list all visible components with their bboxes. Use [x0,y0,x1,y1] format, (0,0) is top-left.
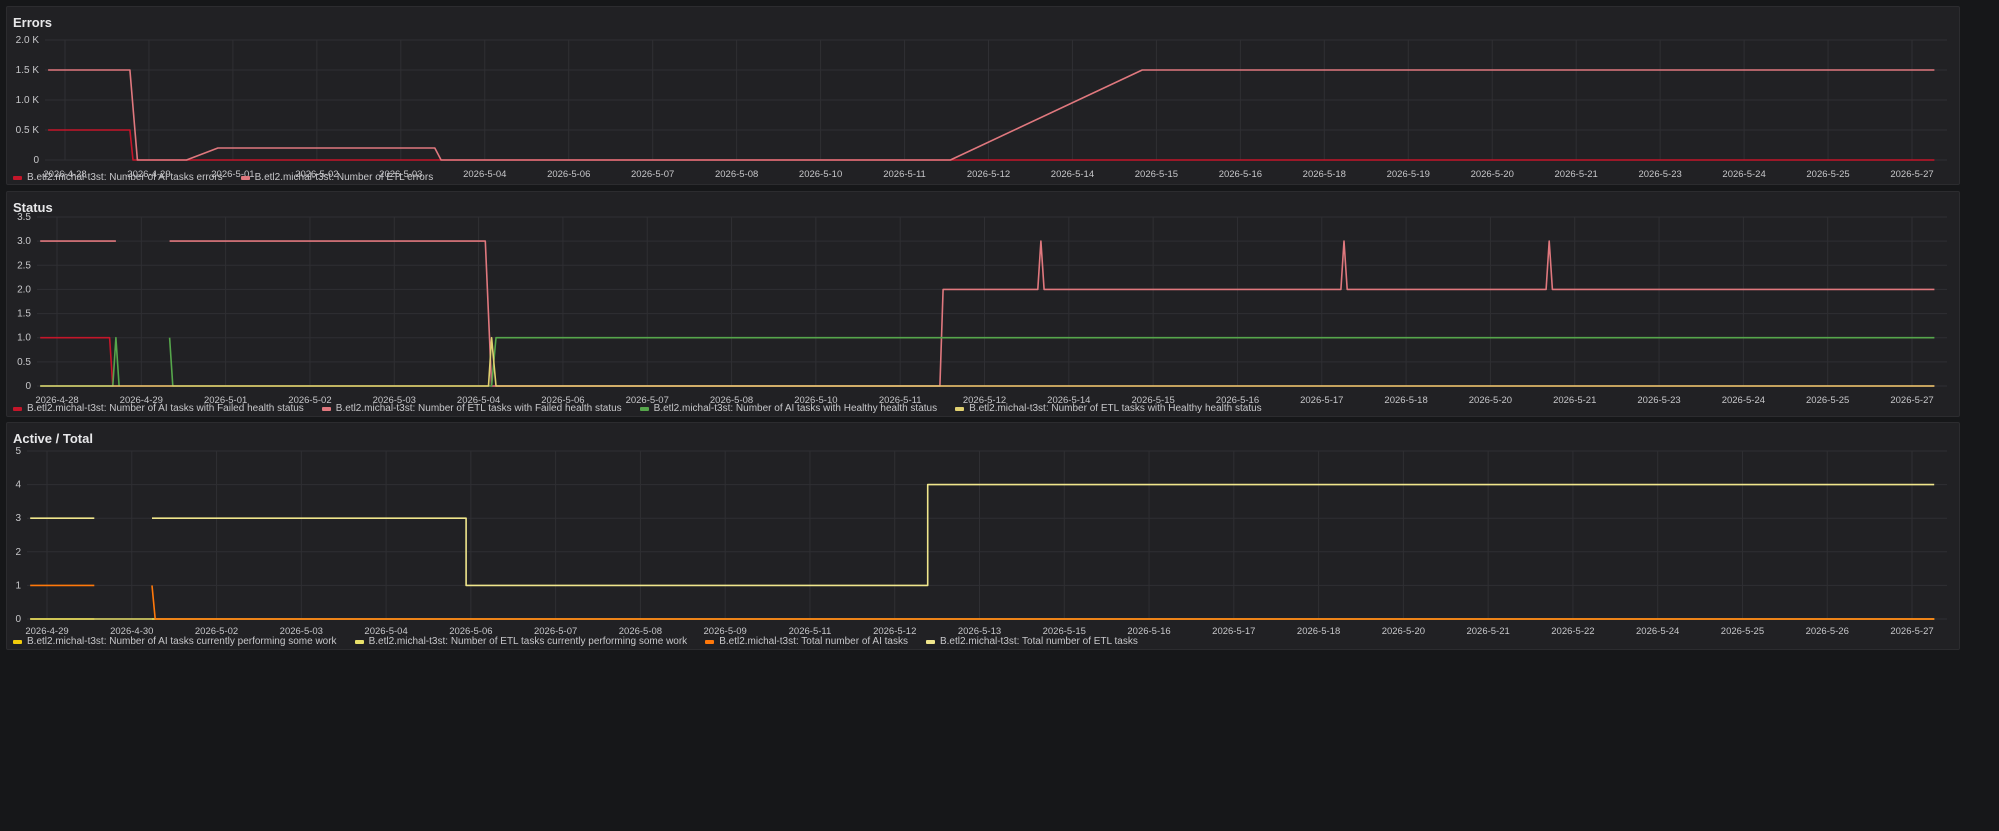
status-chart: 00.51.01.52.02.53.03.52026-4-28 2026-4-29… [17,212,1947,406]
y-tick-label: 2 [15,547,21,558]
x-tick-label: 2026-5-11 [883,169,926,180]
legend-item[interactable]: B.etl2.michal-t3st: Number of ETL tasks … [955,403,1262,414]
legend-label: B.etl2.michal-t3st: Total number of ETL … [939,636,1138,647]
status-legend: B.etl2.michal-t3st: Number of AI tasks w… [13,403,1262,414]
legend-swatch [639,406,649,411]
legend-item[interactable]: B.etl2.michal-t3st: Number of ETL tasks … [321,403,622,414]
x-tick-label: 2026-5-27 [1890,169,1933,180]
y-tick-label: 0.5 [17,357,31,368]
x-tick-label: 2026-5-27 [1890,395,1933,406]
x-tick-label: 2026-5-18 [1297,626,1340,637]
legend-label: B.etl2.michal-t3st: Number of ETL tasks … [969,403,1262,414]
y-tick-label: 2.0 K [16,35,40,46]
y-tick-label: 1.5 [17,309,31,320]
legend-label: B.etl2.michal-t3st: Number of AI tasks c… [27,636,337,647]
legend-item[interactable]: B.etl2.michal-t3st: Total number of AI t… [705,636,908,647]
y-tick-label: 4 [15,480,21,491]
x-tick-label: 2026-5-12 [967,169,1010,180]
x-tick-label: 2026-5-25 [1806,169,1849,180]
y-tick-label: 1.0 [17,333,31,344]
x-tick-label: 2026-5-14 [1051,169,1094,180]
x-tick-label: 2026-5-21 [1553,395,1596,406]
legend-item[interactable]: B.etl2.michal-t3st: Number of AI tasks w… [639,403,938,414]
legend-label: B.etl2.michal-t3st: Total number of AI t… [719,636,908,647]
legend-item[interactable]: B.etl2.michal-t3st: Number of ETL tasks … [354,636,688,647]
x-tick-label: 2026-5-17 [1300,395,1343,406]
x-tick-label: 2026-5-16 [1219,169,1262,180]
status-panel: Status 0 0.5 1.0 1.5 2.0 2.5 3.0 3.5 2026-4-28 20… [6,191,1960,417]
x-tick-label: 2026-5-27 [1890,626,1933,637]
y-tick-label: 5 [15,446,21,457]
y-tick-label: 2.0 [17,284,31,295]
x-tick-label: 2026-5-04 [463,169,506,180]
legend-label: B.etl2.michal-t3st: Number of AI tasks w… [653,403,938,414]
legend-swatch [354,639,364,644]
y-tick-label: 0 [25,381,31,392]
x-tick-label: 2026-5-21 [1555,169,1598,180]
errors-legend: B.etl2.michal-t3st: Number of AI tasks e… [13,172,433,183]
y-tick-label: 0 [15,614,21,625]
x-tick-label: 2026-5-18 [1303,169,1346,180]
x-tick-label: 2026-5-06 [547,169,590,180]
x-tick-label: 2026-5-21 [1466,626,1509,637]
legend-item[interactable]: B.etl2.michal-t3st: Number of ETL errors [240,172,434,183]
x-tick-label: 2026-5-24 [1722,395,1765,406]
active-total-panel: Active / Total 0 1 2 3 4 5 2026-4-29 2026-4-30 2… [6,422,1960,650]
y-tick-label: 3.5 [17,212,31,223]
y-tick-label: 1.0 K [16,95,40,106]
y-tick-label: 0 [33,155,39,166]
legend-label: B.etl2.michal-t3st: Number of ETL tasks … [335,403,622,414]
y-tick-label: 1 [15,580,21,591]
legend-item[interactable]: B.etl2.michal-t3st: Number of AI tasks c… [13,636,337,647]
legend-item[interactable]: B.etl2.michal-t3st: Number of AI tasks w… [13,403,304,414]
legend-label: B.etl2.michal-t3st: Number of ETL errors [254,172,434,183]
x-tick-label: 2026-5-23 [1637,395,1680,406]
legend-swatch [13,175,22,180]
legend-label: B.etl2.michal-t3st: Number of AI tasks e… [27,172,223,183]
x-tick-label: 2026-5-24 [1722,169,1765,180]
x-tick-label: 2026-5-17 [1212,626,1255,637]
x-tick-label: 2026-5-07 [631,169,674,180]
x-tick-label: 2026-5-25 [1806,395,1849,406]
x-tick-label: 2026-5-18 [1384,395,1427,406]
active-total-legend: B.etl2.michal-t3st: Number of AI tasks c… [13,636,1138,647]
y-tick-label: 3 [15,513,21,524]
errors-chart: 00.5 K1.0 K1.5 K2.0 K2026-4-28 2026-4-29 2… [16,35,1947,180]
legend-swatch [321,406,331,411]
legend-label: B.etl2.michal-t3st: Number of ETL tasks … [368,636,688,647]
y-tick-label: 1.5 K [16,65,40,76]
legend-item[interactable]: B.etl2.michal-t3st: Number of AI tasks e… [13,172,223,183]
legend-swatch [955,406,965,411]
legend-swatch [705,639,715,644]
x-tick-label: 2026-5-08 [715,169,758,180]
legend-swatch [925,639,935,644]
x-tick-label: 2026-5-23 [1638,169,1681,180]
series-line-1 [48,69,1935,161]
legend-swatch [13,639,22,644]
x-tick-label: 2026-5-25 [1721,626,1764,637]
x-tick-label: 2026-5-24 [1636,626,1679,637]
x-tick-label: 2026-5-26 [1806,626,1849,637]
legend-item[interactable]: B.etl2.michal-t3st: Total number of ETL … [925,636,1138,647]
legend-swatch [240,175,250,180]
legend-label: B.etl2.michal-t3st: Number of AI tasks w… [27,403,304,414]
x-tick-label: 2026-5-20 [1471,169,1514,180]
legend-swatch [13,406,22,411]
x-tick-label: 2026-5-19 [1387,169,1430,180]
y-tick-label: 2.5 [17,260,31,271]
y-tick-label: 3.0 [17,236,31,247]
series-line-3 [30,483,1935,587]
x-tick-label: 2026-5-15 [1135,169,1178,180]
x-tick-label: 2026-5-20 [1382,626,1425,637]
series-line-2 [30,584,1935,620]
x-tick-label: 2026-5-10 [799,169,842,180]
x-tick-label: 2026-5-22 [1551,626,1594,637]
y-tick-label: 0.5 K [16,125,40,136]
series-line-0 [48,129,1935,161]
active-total-chart: 0123452026-4-29 2026-4-30 2026-5-02 2026-5-… [15,446,1947,637]
errors-panel: Errors 0 0.5 K 1.0 K 1.5 K 2.0 K 2026-4-28 202… [6,6,1960,185]
x-tick-label: 2026-5-20 [1469,395,1512,406]
